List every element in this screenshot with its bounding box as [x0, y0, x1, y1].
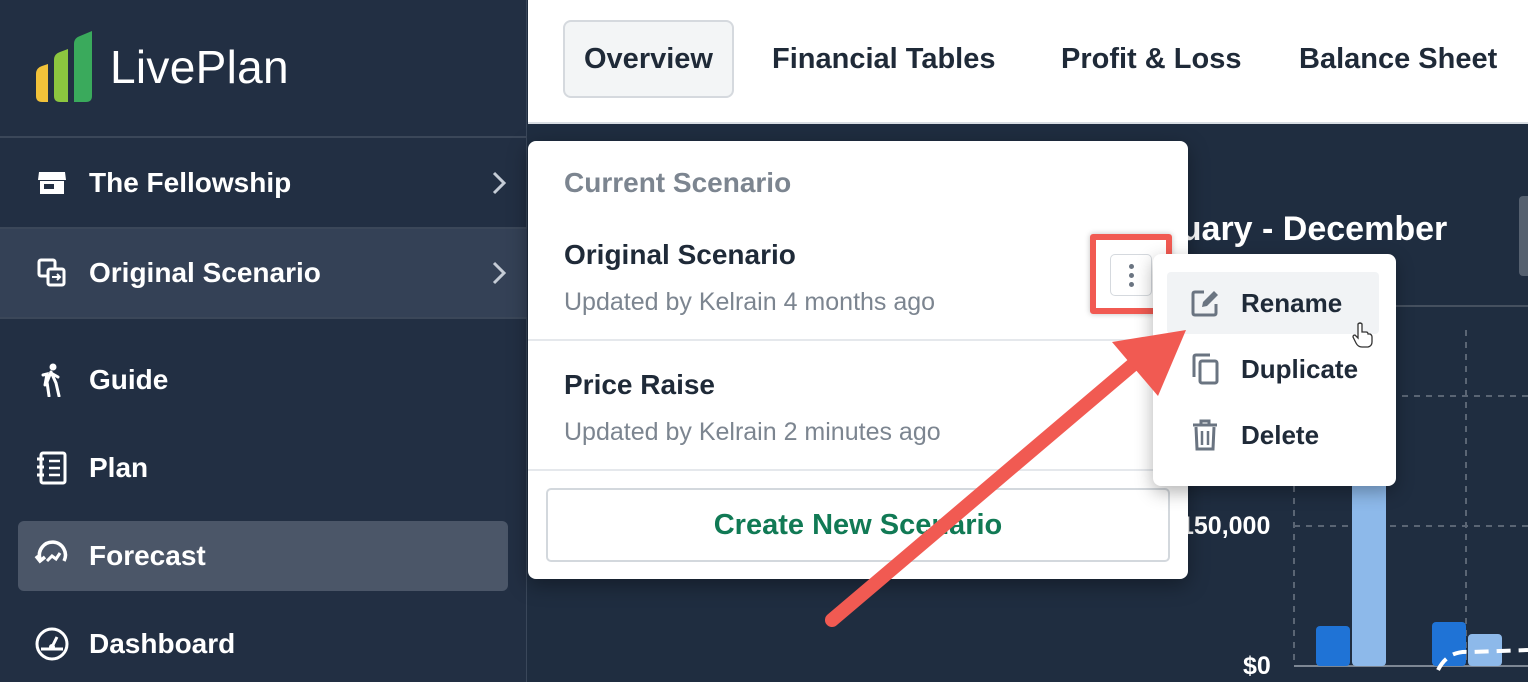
scenario-name: Original Scenario — [89, 257, 321, 288]
divider — [528, 339, 1188, 341]
copy-icon — [1189, 353, 1221, 385]
divider — [0, 136, 527, 138]
tab-balance-sheet[interactable]: Balance Sheet — [1299, 20, 1497, 98]
forecast-icon — [34, 538, 70, 574]
chart-bar — [1316, 626, 1350, 666]
period-title: nuary - December — [1160, 210, 1448, 248]
chart-bar — [1352, 480, 1386, 666]
period-control-edge[interactable] — [1519, 196, 1528, 276]
menu-item-label: Delete — [1241, 419, 1320, 450]
dashboard-gauge-icon — [34, 626, 70, 662]
menu-item-delete[interactable]: Delete — [1167, 404, 1379, 466]
chart-bar — [1432, 622, 1466, 666]
nav-label: Forecast — [89, 540, 206, 571]
notebook-icon — [34, 450, 70, 486]
divider — [0, 317, 527, 319]
nav-forecast[interactable]: Forecast — [18, 521, 508, 591]
nav-guide[interactable]: Guide — [18, 345, 508, 415]
scenario-selector[interactable]: Original Scenario — [0, 229, 527, 317]
nav-label: Guide — [89, 364, 169, 395]
y-axis-label: 150,000 — [1180, 512, 1271, 540]
divider — [528, 469, 1188, 471]
liveplan-logo[interactable]: LivePlan — [34, 30, 289, 104]
menu-item-rename[interactable]: Rename — [1167, 272, 1379, 334]
company-name: The Fellowship — [89, 167, 292, 198]
nav-label: Plan — [89, 452, 149, 483]
liveplan-logo-icon — [36, 31, 92, 102]
edit-icon — [1189, 287, 1221, 319]
chevron-right-icon — [492, 171, 507, 195]
menu-item-label: Rename — [1241, 287, 1343, 318]
company-selector[interactable]: The Fellowship — [0, 139, 527, 227]
scenario-dropdown: Current Scenario Original Scenario Updat… — [528, 141, 1188, 579]
scenario-context-menu: Rename Duplicate Delete — [1153, 254, 1396, 486]
scenario-updated-meta: Updated by Kelrain 4 months ago — [564, 288, 936, 316]
menu-item-duplicate[interactable]: Duplicate — [1167, 338, 1379, 400]
store-icon — [36, 167, 68, 199]
scenario-item-original[interactable]: Original Scenario — [564, 239, 796, 271]
tab-overview[interactable]: Overview — [563, 20, 734, 98]
hand-cursor-icon — [1352, 322, 1373, 348]
tab-profit-loss[interactable]: Profit & Loss — [1061, 20, 1241, 98]
chevron-right-icon — [492, 261, 507, 285]
y-axis-label: $0 — [1243, 652, 1271, 680]
nav-label: Dashboard — [89, 628, 236, 659]
sidebar: LivePlan The Fellowship Original Scenari… — [0, 0, 527, 682]
current-scenario-heading: Current Scenario — [564, 167, 792, 198]
hiker-icon — [34, 362, 70, 398]
create-new-scenario-button[interactable]: Create New Scenario — [546, 488, 1170, 562]
menu-item-label: Duplicate — [1241, 353, 1359, 384]
nav-dashboard[interactable]: Dashboard — [18, 609, 508, 679]
trash-icon — [1189, 419, 1221, 451]
brand-name: LivePlan — [110, 41, 289, 93]
nav-plan[interactable]: Plan — [18, 433, 508, 503]
scenario-updated-meta: Updated by Kelrain 2 minutes ago — [564, 418, 941, 446]
scenario-item-price-raise[interactable]: Price Raise — [564, 369, 715, 401]
scenario-swap-icon — [36, 257, 68, 289]
tab-financial-tables[interactable]: Financial Tables — [772, 20, 995, 98]
